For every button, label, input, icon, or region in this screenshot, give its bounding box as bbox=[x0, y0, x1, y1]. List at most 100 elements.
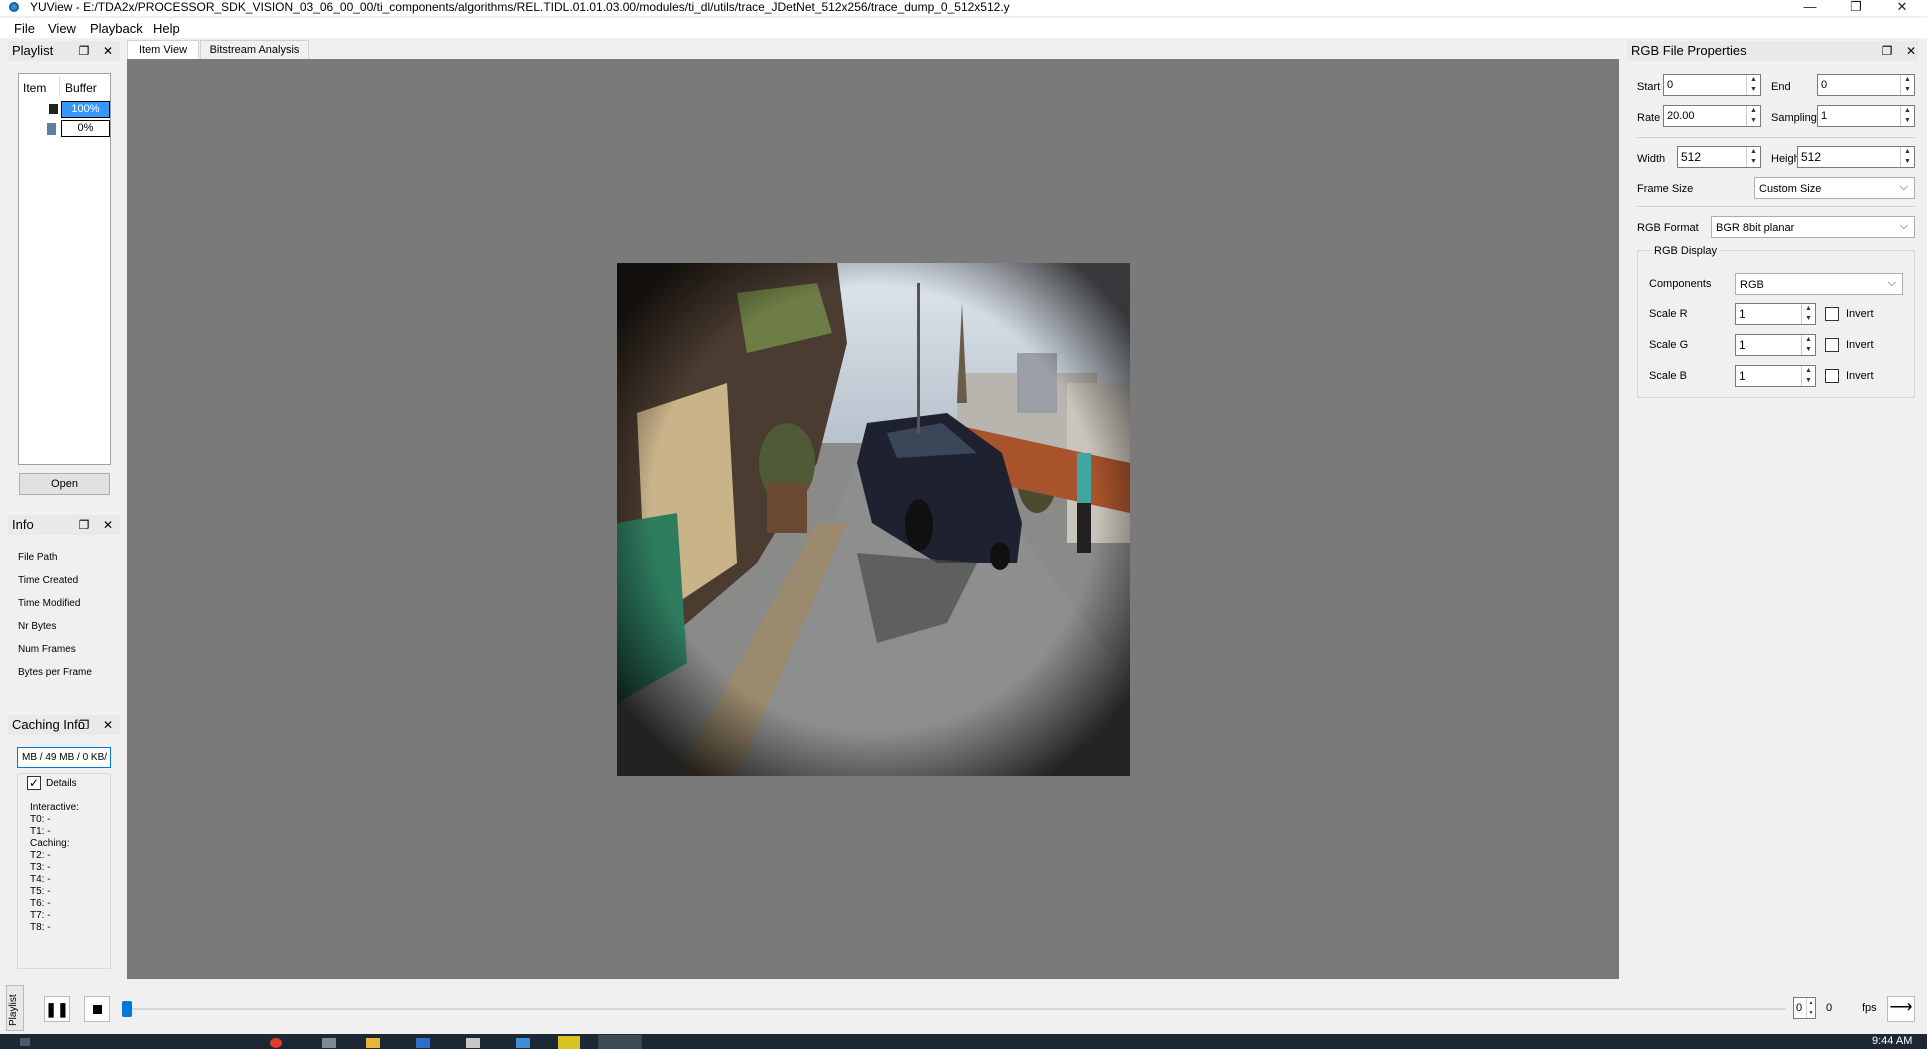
float-panel-icon[interactable]: ❐ bbox=[77, 41, 91, 61]
repeat-mode-button[interactable]: ⟶ bbox=[1887, 996, 1915, 1022]
menu-help[interactable]: Help bbox=[153, 21, 180, 36]
playlist-panel-title: Playlist ❐ ✕ bbox=[8, 41, 120, 61]
frame-size-select[interactable]: Custom Size ⌵ bbox=[1754, 177, 1915, 199]
clock: 9:44 AM bbox=[1872, 1035, 1913, 1047]
menu-playback[interactable]: Playback bbox=[90, 21, 143, 36]
playlist-title: Playlist bbox=[12, 43, 54, 58]
width-spinbox[interactable]: 512 ▲ ▼ bbox=[1677, 146, 1761, 168]
details-label: Details bbox=[46, 778, 77, 789]
invert-label: Invert bbox=[1846, 308, 1874, 320]
tab-item-view[interactable]: Item View bbox=[127, 40, 199, 60]
invert-label: Invert bbox=[1846, 339, 1874, 351]
cache-line: T8: - bbox=[30, 922, 51, 933]
rgb-display-label: RGB Display bbox=[1652, 245, 1719, 257]
fps-label: fps bbox=[1862, 1002, 1877, 1014]
invert-g-checkbox[interactable] bbox=[1825, 338, 1839, 352]
info-label: Time Created bbox=[18, 575, 79, 586]
width-label: Width bbox=[1637, 153, 1666, 165]
start-icon[interactable] bbox=[20, 1038, 30, 1046]
height-spinbox[interactable]: 512 ▲ ▼ bbox=[1797, 146, 1915, 168]
tab-bitstream-analysis[interactable]: Bitstream Analysis bbox=[200, 40, 309, 60]
end-label: End bbox=[1771, 81, 1791, 93]
file-icon bbox=[49, 104, 58, 114]
playlist-col-buffer[interactable]: Buffer bbox=[65, 81, 97, 95]
scale-b-label: Scale B bbox=[1649, 370, 1687, 382]
frame-slider[interactable] bbox=[124, 1008, 1786, 1010]
playback-bar: Playlist ❚❚ 0 ▲ ▼ 0 fps ⟶ bbox=[0, 979, 1927, 1034]
info-label: Num Frames bbox=[18, 644, 76, 655]
cache-summary-field[interactable]: MB / 49 MB / 0 KB/ bbox=[17, 747, 111, 768]
scale-r-label: Scale R bbox=[1649, 308, 1688, 320]
scale-b-spinbox[interactable]: 1 ▲ ▼ bbox=[1735, 365, 1816, 387]
pause-button[interactable]: ❚❚ bbox=[44, 996, 70, 1022]
yuview-app-icon bbox=[9, 2, 19, 12]
close-panel-icon[interactable]: ✕ bbox=[1904, 41, 1918, 61]
end-spinbox[interactable]: 0 ▲ ▼ bbox=[1817, 74, 1915, 96]
app-icon[interactable] bbox=[558, 1036, 580, 1049]
chrome-icon[interactable] bbox=[270, 1038, 282, 1048]
close-panel-icon[interactable]: ✕ bbox=[101, 515, 115, 535]
float-panel-icon[interactable]: ❐ bbox=[77, 715, 91, 735]
info-label: Nr Bytes bbox=[18, 621, 57, 632]
details-checkbox[interactable]: ✓ bbox=[27, 776, 41, 790]
app-icon[interactable] bbox=[322, 1038, 336, 1048]
spin-arrows-icon[interactable]: ▲ ▼ bbox=[1801, 366, 1815, 386]
spin-arrows-icon[interactable]: ▲ ▼ bbox=[1801, 304, 1815, 324]
components-select[interactable]: RGB ⌵ bbox=[1735, 273, 1903, 295]
playlist-side-tab[interactable]: Playlist bbox=[6, 985, 24, 1031]
frame-count: 0 bbox=[1826, 1002, 1833, 1014]
spin-arrows-icon[interactable]: ▲ ▼ bbox=[1746, 106, 1760, 126]
menu-file[interactable]: File bbox=[14, 21, 35, 36]
frame-slider-handle[interactable] bbox=[122, 1001, 132, 1017]
scale-r-spinbox[interactable]: 1 ▲ ▼ bbox=[1735, 303, 1816, 325]
app-icon[interactable] bbox=[466, 1038, 480, 1048]
invert-r-checkbox[interactable] bbox=[1825, 307, 1839, 321]
stop-icon bbox=[93, 1005, 102, 1014]
folder-icon[interactable] bbox=[366, 1038, 380, 1048]
cache-line: T1: - bbox=[30, 826, 51, 837]
spin-arrows-icon[interactable]: ▲ ▼ bbox=[1746, 75, 1760, 95]
spin-arrows-icon[interactable]: ▲ ▼ bbox=[1900, 147, 1914, 167]
playlist-tree[interactable]: Item Buffer 100% 0% bbox=[18, 73, 111, 465]
cache-line: T7: - bbox=[30, 910, 51, 921]
list-item[interactable]: 0% bbox=[61, 120, 110, 137]
frame-spinbox[interactable]: 0 ▲ ▼ bbox=[1793, 997, 1816, 1019]
rate-spinbox[interactable]: 20.00 ▲ ▼ bbox=[1663, 105, 1761, 127]
rgb-format-select[interactable]: BGR 8bit planar ⌵ bbox=[1711, 216, 1915, 238]
close-panel-icon[interactable]: ✕ bbox=[101, 715, 115, 735]
cache-line: T5: - bbox=[30, 886, 51, 897]
window-title: YUView - E:/TDA2x/PROCESSOR_SDK_VISION_0… bbox=[30, 0, 1010, 14]
cache-line: Interactive: bbox=[30, 802, 79, 813]
invert-b-checkbox[interactable] bbox=[1825, 369, 1839, 383]
spin-arrows-icon[interactable]: ▲ ▼ bbox=[1801, 335, 1815, 355]
frame-image bbox=[617, 263, 1130, 776]
menu-view[interactable]: View bbox=[48, 21, 76, 36]
app-icon[interactable] bbox=[416, 1038, 430, 1048]
float-panel-icon[interactable]: ❐ bbox=[77, 515, 91, 535]
yuview-taskbar-icon[interactable] bbox=[598, 1035, 642, 1049]
components-label: Components bbox=[1649, 278, 1712, 290]
sampling-spinbox[interactable]: 1 ▲ ▼ bbox=[1817, 105, 1915, 127]
stop-button[interactable] bbox=[84, 996, 110, 1022]
street-scene-image bbox=[617, 263, 1130, 776]
close-panel-icon[interactable]: ✕ bbox=[101, 41, 115, 61]
list-item[interactable]: 100% bbox=[61, 101, 110, 118]
playlist-col-item[interactable]: Item bbox=[23, 81, 46, 95]
invert-label: Invert bbox=[1846, 370, 1874, 382]
minimize-button[interactable]: — bbox=[1787, 0, 1833, 16]
properties-title: RGB File Properties bbox=[1631, 43, 1747, 58]
close-window-button[interactable]: ✕ bbox=[1879, 0, 1925, 16]
spin-arrows-icon[interactable]: ▲ ▼ bbox=[1900, 75, 1914, 95]
float-panel-icon[interactable]: ❐ bbox=[1880, 41, 1894, 61]
chevron-down-icon: ⌵ bbox=[1899, 181, 1908, 193]
open-button[interactable]: Open bbox=[19, 473, 110, 495]
info-panel-title: Info ❐ ✕ bbox=[8, 515, 120, 535]
spin-arrows-icon[interactable]: ▲ ▼ bbox=[1900, 106, 1914, 126]
spin-arrows-icon[interactable]: ▲ ▼ bbox=[1806, 998, 1815, 1018]
scale-g-spinbox[interactable]: 1 ▲ ▼ bbox=[1735, 334, 1816, 356]
title-bar: YUView - E:/TDA2x/PROCESSOR_SDK_VISION_0… bbox=[0, 0, 1927, 16]
app-icon[interactable] bbox=[516, 1038, 530, 1048]
start-spinbox[interactable]: 0 ▲ ▼ bbox=[1663, 74, 1761, 96]
restore-button[interactable]: ❐ bbox=[1833, 0, 1879, 16]
spin-arrows-icon[interactable]: ▲ ▼ bbox=[1746, 147, 1760, 167]
